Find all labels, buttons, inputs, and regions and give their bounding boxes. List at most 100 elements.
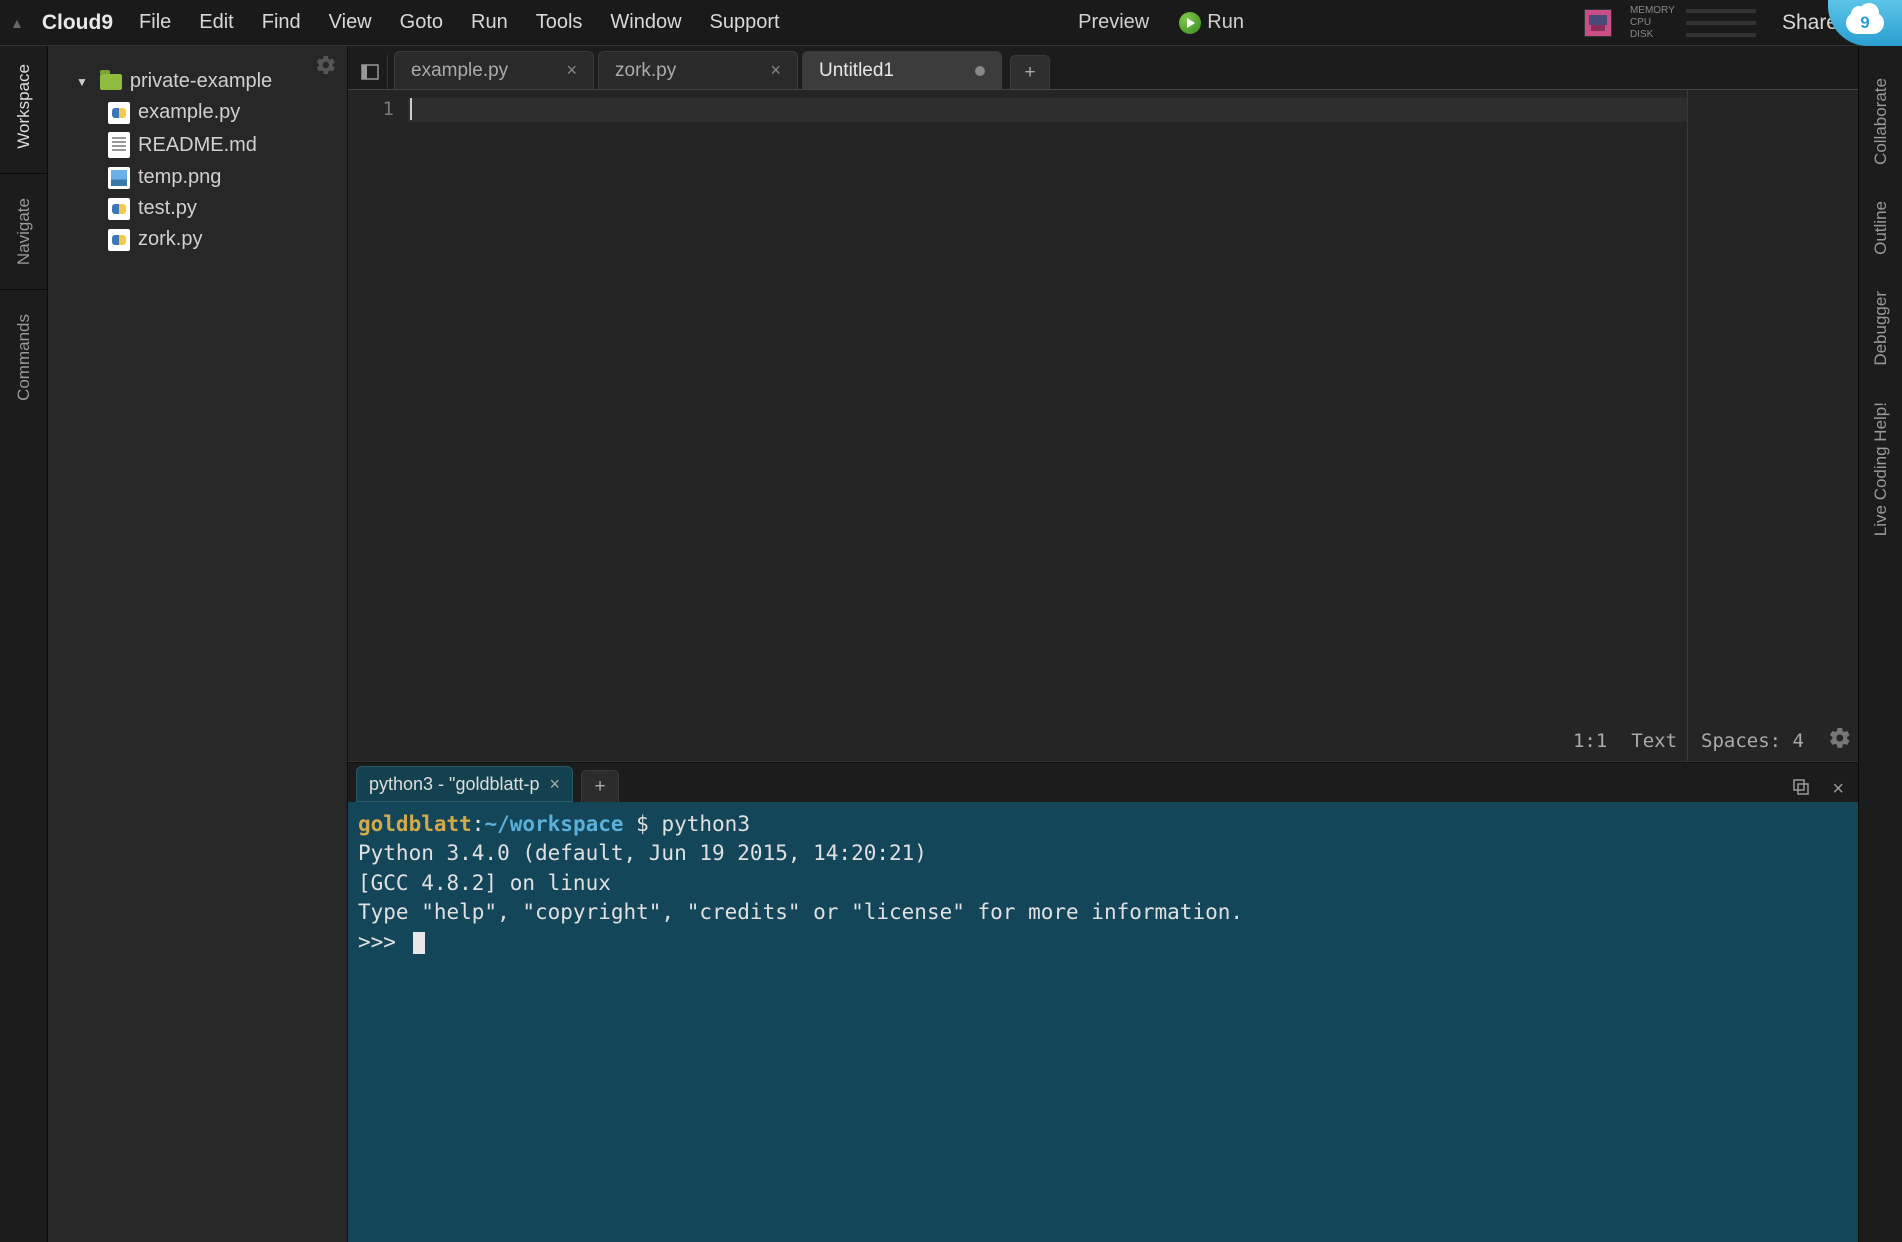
- tab-label: Untitled1: [819, 60, 894, 82]
- close-panel-icon[interactable]: ×: [1832, 778, 1844, 802]
- rail-workspace[interactable]: Workspace: [14, 46, 34, 167]
- menu-find[interactable]: Find: [262, 11, 301, 34]
- cloud9-badge[interactable]: 9: [1828, 0, 1902, 46]
- tab-untitled1[interactable]: Untitled1: [802, 51, 1002, 89]
- file-name: temp.png: [138, 166, 221, 189]
- file-name: README.md: [138, 134, 257, 157]
- rail-navigate[interactable]: Navigate: [14, 180, 34, 283]
- file-row-zork[interactable]: zork.py: [48, 224, 347, 255]
- editor[interactable]: 1 1:1 Text Spaces: 4: [348, 90, 1858, 762]
- gear-icon[interactable]: [1828, 726, 1852, 755]
- rail-commands[interactable]: Commands: [14, 296, 34, 419]
- image-icon: [108, 167, 130, 189]
- file-row-readme[interactable]: README.md: [48, 128, 347, 162]
- cursor: [410, 98, 412, 120]
- panel-toggle-icon[interactable]: [352, 55, 388, 89]
- meter-memory-bar: [1686, 9, 1756, 13]
- collapse-icon[interactable]: ▲: [10, 15, 24, 31]
- file-row-example[interactable]: example.py: [48, 97, 347, 128]
- python-icon: [108, 229, 130, 251]
- folder-expand-icon[interactable]: ▼: [76, 75, 88, 89]
- file-name: example.py: [138, 101, 240, 124]
- editor-tabs: example.py × zork.py × Untitled1 +: [348, 46, 1858, 90]
- left-rail: Workspace Navigate Commands: [0, 46, 48, 1242]
- content-area: example.py × zork.py × Untitled1 + 1: [348, 46, 1858, 1242]
- file-name: zork.py: [138, 228, 202, 251]
- topbar: ▲ Cloud9 File Edit Find View Goto Run To…: [0, 0, 1902, 46]
- avatar[interactable]: [1584, 9, 1612, 37]
- rail-debugger[interactable]: Debugger: [1871, 273, 1891, 384]
- rail-live-coding[interactable]: Live Coding Help!: [1871, 384, 1891, 554]
- menu-window[interactable]: Window: [610, 11, 681, 34]
- menu-support[interactable]: Support: [710, 11, 780, 34]
- new-terminal-button[interactable]: +: [581, 770, 619, 802]
- resource-meters[interactable]: MEMORY CPU DISK: [1630, 5, 1756, 40]
- term-sep: :: [472, 812, 485, 836]
- term-repl-prompt: >>>: [358, 930, 409, 954]
- file-name: test.py: [138, 197, 197, 220]
- term-line: Type "help", "copyright", "credits" or "…: [358, 898, 1848, 927]
- folder-icon: [100, 74, 122, 90]
- term-path: ~/workspace: [484, 812, 623, 836]
- editor-text[interactable]: 1:1 Text Spaces: 4: [408, 90, 1858, 761]
- meter-memory-label: MEMORY: [1630, 5, 1680, 16]
- maximize-icon[interactable]: [1792, 778, 1810, 802]
- python-icon: [108, 102, 130, 124]
- rail-collaborate[interactable]: Collaborate: [1871, 60, 1891, 183]
- term-cursor: [413, 932, 425, 954]
- line-number: 1: [348, 98, 394, 120]
- new-tab-button[interactable]: +: [1010, 55, 1050, 89]
- cloud9-badge-text: 9: [1860, 13, 1869, 33]
- indent-setting[interactable]: Spaces: 4: [1701, 730, 1804, 752]
- meter-disk-bar: [1686, 33, 1756, 37]
- tab-label: example.py: [411, 60, 508, 82]
- file-row-temp[interactable]: temp.png: [48, 162, 347, 193]
- meter-cpu-label: CPU: [1630, 17, 1680, 28]
- markdown-icon: [108, 132, 130, 158]
- python-icon: [108, 198, 130, 220]
- rail-outline[interactable]: Outline: [1871, 183, 1891, 273]
- current-line-hl: [408, 98, 1688, 122]
- close-icon[interactable]: ×: [550, 774, 561, 795]
- terminal-tab[interactable]: python3 - "goldblatt-p ×: [356, 766, 573, 802]
- menu-edit[interactable]: Edit: [199, 11, 233, 34]
- menu-run[interactable]: Run: [471, 11, 508, 34]
- run-button[interactable]: Run: [1179, 11, 1244, 34]
- meter-cpu-bar: [1686, 21, 1756, 25]
- file-tree: ▼ private-example example.py README.md t…: [48, 46, 348, 1242]
- right-rail: Collaborate Outline Debugger Live Coding…: [1858, 46, 1902, 1242]
- menu-goto[interactable]: Goto: [400, 11, 443, 34]
- folder-name: private-example: [130, 70, 272, 93]
- term-prompt: $: [624, 812, 662, 836]
- dirty-indicator-icon: [975, 66, 985, 76]
- term-user: goldblatt: [358, 812, 472, 836]
- tab-label: zork.py: [615, 60, 676, 82]
- file-row-test[interactable]: test.py: [48, 193, 347, 224]
- print-margin: [1687, 90, 1688, 761]
- run-label: Run: [1207, 11, 1244, 34]
- terminal-tabs: python3 - "goldblatt-p × + ×: [348, 762, 1858, 802]
- term-cmd: python3: [661, 812, 750, 836]
- meter-disk-label: DISK: [1630, 29, 1680, 40]
- menu-view[interactable]: View: [329, 11, 372, 34]
- tab-zork[interactable]: zork.py ×: [598, 51, 798, 89]
- folder-row[interactable]: ▼ private-example: [48, 66, 347, 97]
- term-line: Python 3.4.0 (default, Jun 19 2015, 14:2…: [358, 839, 1848, 868]
- tab-example[interactable]: example.py ×: [394, 51, 594, 89]
- play-icon: [1179, 12, 1201, 34]
- terminal[interactable]: goldblatt:~/workspace $ python3 Python 3…: [348, 802, 1858, 1242]
- term-line: [GCC 4.8.2] on linux: [358, 869, 1848, 898]
- close-icon[interactable]: ×: [566, 60, 577, 81]
- sidebar-gear-icon[interactable]: [315, 54, 337, 82]
- menu-tools[interactable]: Tools: [536, 11, 583, 34]
- status-bar: 1:1 Text Spaces: 4: [1573, 726, 1852, 755]
- cursor-position[interactable]: 1:1: [1573, 730, 1607, 752]
- menu-file[interactable]: File: [139, 11, 171, 34]
- brand[interactable]: Cloud9: [42, 11, 113, 35]
- terminal-tab-label: python3 - "goldblatt-p: [369, 774, 540, 795]
- menu-bar: File Edit Find View Goto Run Tools Windo…: [139, 11, 780, 34]
- gutter: 1: [348, 90, 408, 761]
- preview-button[interactable]: Preview: [1078, 11, 1149, 34]
- close-icon[interactable]: ×: [770, 60, 781, 81]
- language-mode[interactable]: Text: [1631, 730, 1677, 752]
